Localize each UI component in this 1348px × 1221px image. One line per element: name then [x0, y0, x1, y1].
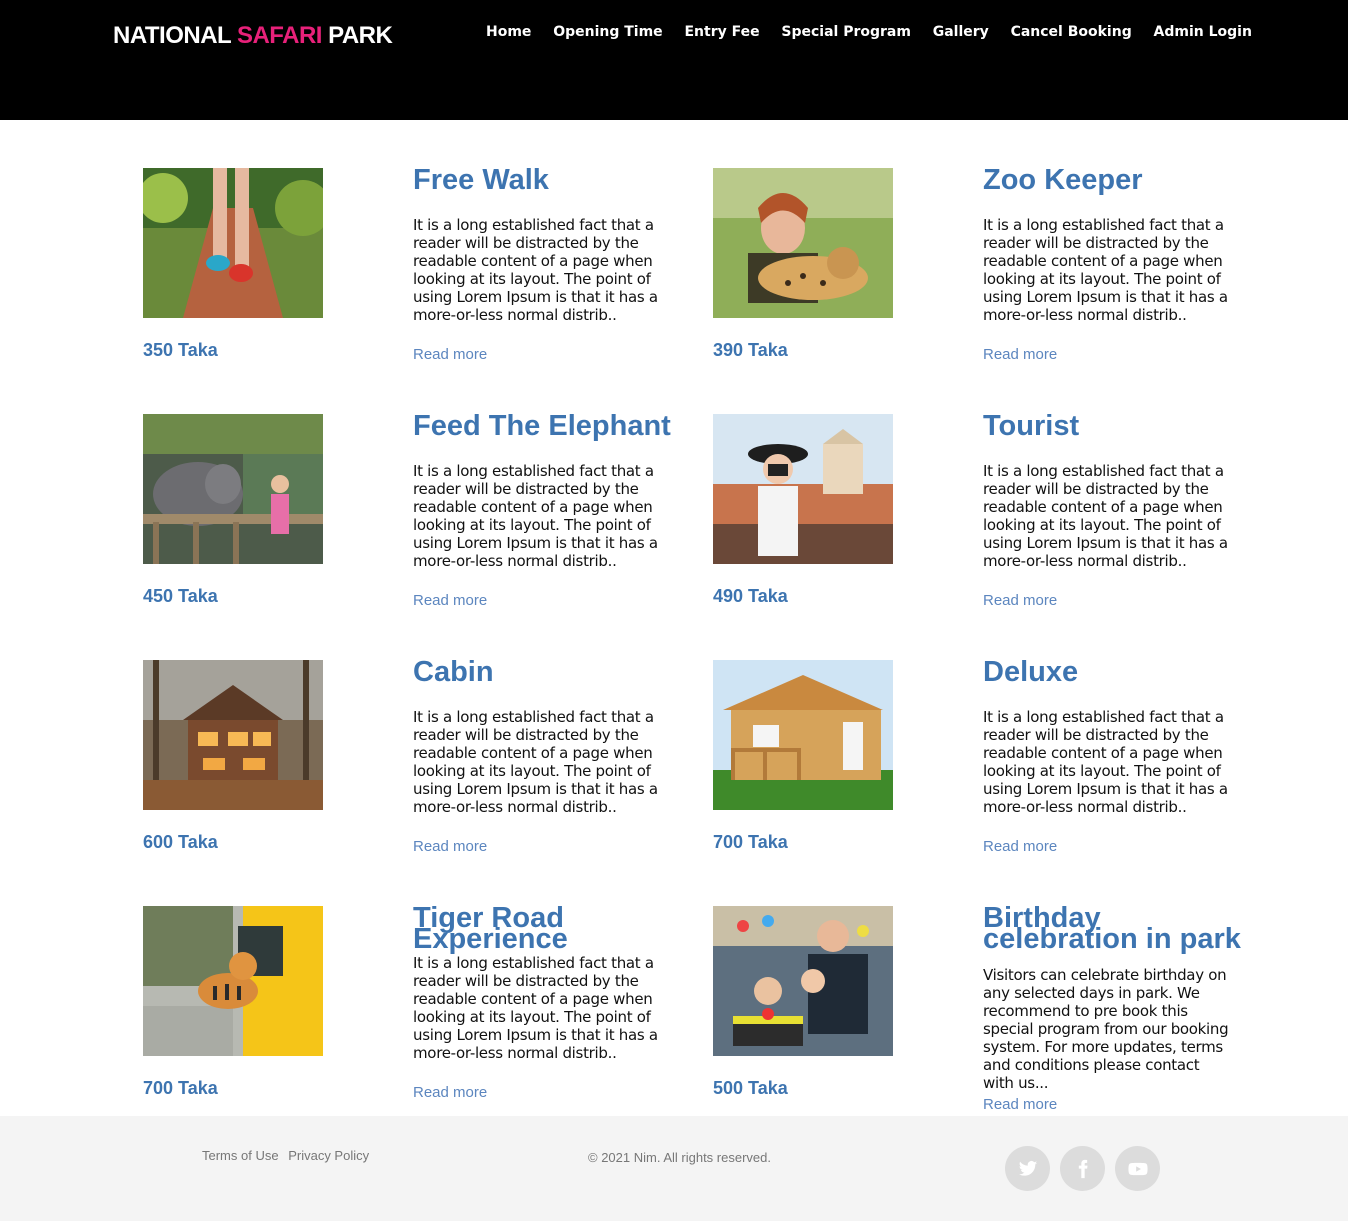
program-description: It is a long established fact that a rea… — [413, 462, 658, 570]
youtube-button[interactable] — [1115, 1146, 1160, 1191]
program-price: 350 Taka — [143, 340, 218, 360]
nav-admin-login[interactable]: Admin Login — [1154, 24, 1252, 40]
program-title: Deluxe — [983, 656, 1079, 688]
keeper-with-cheetah-photo — [713, 168, 893, 318]
nav-home[interactable]: Home — [486, 24, 531, 40]
program-description: It is a long established fact that a rea… — [983, 462, 1228, 570]
program-title: Tourist — [983, 410, 1080, 442]
program-title: Tiger Road Experience — [413, 902, 568, 955]
read-more-link[interactable]: Read more — [983, 1096, 1057, 1113]
site-header: NATIONAL SAFARI PARK Home Opening Time E… — [0, 0, 1348, 120]
program-price: 450 Taka — [143, 586, 218, 606]
read-more-link[interactable]: Read more — [983, 838, 1057, 855]
program-card-tourist: 490 Taka Tourist It is a long establishe… — [713, 412, 1283, 634]
program-card-birthday-celebration: 500 Taka Birthday celebration in park Vi… — [713, 904, 1283, 1126]
program-price: 700 Taka — [143, 1078, 218, 1098]
elephant-feeding-photo — [143, 414, 323, 564]
program-title: Zoo Keeper — [983, 164, 1143, 196]
nav-cancel-booking[interactable]: Cancel Booking — [1011, 24, 1132, 40]
twitter-icon — [1018, 1160, 1037, 1176]
program-price: 490 Taka — [713, 586, 788, 606]
program-title: Cabin — [413, 656, 494, 688]
twitter-button[interactable] — [1005, 1146, 1050, 1191]
program-title: Free Walk — [413, 164, 549, 196]
forest-cabin-photo — [143, 660, 323, 810]
facebook-button[interactable] — [1060, 1146, 1105, 1191]
program-description: It is a long established fact that a rea… — [983, 216, 1228, 324]
nav-special-program[interactable]: Special Program — [781, 24, 911, 40]
program-title: Feed The Elephant — [413, 410, 671, 442]
footer-links: Terms of Use Privacy Policy — [202, 1148, 375, 1163]
program-card-deluxe: 700 Taka Deluxe It is a long established… — [713, 658, 1283, 880]
program-card-feed-the-elephant: 450 Taka Feed The Elephant It is a long … — [143, 412, 713, 634]
program-description: It is a long established fact that a rea… — [413, 216, 658, 324]
program-card-zoo-keeper: 390 Taka Zoo Keeper It is a long establi… — [713, 166, 1283, 388]
social-links — [1005, 1146, 1160, 1191]
jogging-trail-photo — [143, 168, 323, 318]
program-card-tiger-road-experience: 700 Taka Tiger Road Experience It is a l… — [143, 904, 713, 1126]
program-price: 500 Taka — [713, 1078, 788, 1098]
nav-opening-time[interactable]: Opening Time — [553, 24, 662, 40]
terms-of-use-link[interactable]: Terms of Use — [202, 1148, 279, 1163]
tourist-camera-photo — [713, 414, 893, 564]
privacy-policy-link[interactable]: Privacy Policy — [288, 1148, 369, 1163]
main-nav: Home Opening Time Entry Fee Special Prog… — [486, 24, 1252, 40]
program-price: 390 Taka — [713, 340, 788, 360]
read-more-link[interactable]: Read more — [413, 592, 487, 609]
program-card-cabin: 600 Taka Cabin It is a long established … — [143, 658, 713, 880]
wooden-house-photo — [713, 660, 893, 810]
program-description: Visitors can celebrate birthday on any s… — [983, 966, 1229, 1092]
read-more-link[interactable]: Read more — [983, 346, 1057, 363]
site-logo[interactable]: NATIONAL SAFARI PARK — [113, 22, 393, 50]
nav-entry-fee[interactable]: Entry Fee — [684, 24, 759, 40]
copyright-text: © 2021 Nim. All rights reserved. — [588, 1150, 771, 1165]
read-more-link[interactable]: Read more — [413, 346, 487, 363]
program-description: It is a long established fact that a rea… — [413, 954, 658, 1062]
read-more-link[interactable]: Read more — [413, 838, 487, 855]
birthday-party-photo — [713, 906, 893, 1056]
read-more-link[interactable]: Read more — [413, 1084, 487, 1101]
nav-gallery[interactable]: Gallery — [933, 24, 989, 40]
facebook-icon — [1078, 1159, 1087, 1178]
program-description: It is a long established fact that a rea… — [983, 708, 1228, 816]
tiger-bus-photo — [143, 906, 323, 1056]
program-price: 700 Taka — [713, 832, 788, 852]
program-price: 600 Taka — [143, 832, 218, 852]
program-card-free-walk: 350 Taka Free Walk It is a long establis… — [143, 166, 713, 388]
read-more-link[interactable]: Read more — [983, 592, 1057, 609]
site-footer: Terms of Use Privacy Policy © 2021 Nim. … — [0, 1116, 1348, 1221]
youtube-icon — [1127, 1162, 1148, 1175]
program-description: It is a long established fact that a rea… — [413, 708, 658, 816]
program-title: Birthday celebration in park — [983, 902, 1241, 955]
